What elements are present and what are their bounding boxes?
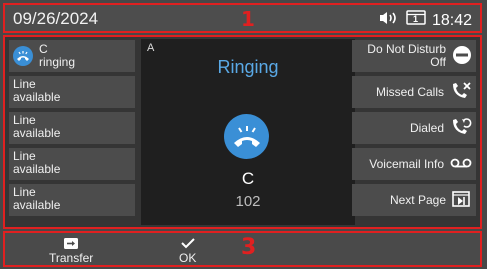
next-page-icon — [452, 190, 472, 211]
speaker-icon — [378, 10, 400, 31]
line-count: 1 — [412, 14, 418, 24]
dialed-call-icon — [450, 117, 472, 140]
ringing-phone-icon — [224, 114, 269, 159]
do-not-disturb-icon — [452, 45, 472, 68]
dnd-label: Do Not Disturb Off — [367, 43, 446, 69]
caller-name: C — [241, 169, 255, 188]
missed-calls-label: Missed Calls — [375, 85, 444, 99]
line-key-2[interactable]: Line available — [9, 76, 135, 108]
line-indicator-icon: 1 — [406, 10, 426, 31]
ok-button[interactable]: OK — [179, 235, 196, 265]
line-key-3[interactable]: Line available — [9, 112, 135, 144]
call-area: C ringing Line available Line available … — [3, 35, 482, 229]
line-key-4[interactable]: Line available — [9, 148, 135, 180]
line-key-state: available — [13, 90, 61, 104]
line-key-1[interactable]: C ringing — [9, 40, 135, 72]
voicemail-button[interactable]: Voicemail Info — [352, 148, 476, 180]
date-display: 09/26/2024 — [13, 9, 99, 28]
line-key-state: available — [13, 162, 61, 176]
call-status: Ringing — [217, 57, 279, 77]
line-key-text: C ringing — [39, 43, 75, 69]
transfer-button[interactable]: Transfer — [49, 235, 93, 265]
dnd-button[interactable]: Do Not Disturb Off — [352, 40, 476, 72]
line-key-5[interactable]: Line available — [9, 184, 135, 216]
checkmark-icon — [179, 235, 196, 251]
line-key-state: available — [13, 126, 61, 140]
call-line-letter: A — [147, 42, 155, 54]
voicemail-icon — [450, 157, 472, 172]
status-indicators: 1 18:42 — [378, 10, 472, 31]
transfer-label: Transfer — [49, 251, 94, 265]
dialed-button[interactable]: Dialed — [352, 112, 476, 144]
dialed-label: Dialed — [409, 121, 444, 135]
dnd-state: Off — [430, 55, 446, 69]
status-bar: 09/26/2024 1 1 18:42 — [3, 3, 482, 33]
line-key-state: available — [13, 198, 61, 212]
annotation-1: 1 — [241, 7, 255, 31]
missed-call-icon — [450, 81, 472, 104]
clock: 18:42 — [431, 11, 472, 29]
next-page-button[interactable]: Next Page — [352, 184, 476, 216]
next-page-label: Next Page — [389, 193, 446, 207]
phone-screen: 09/26/2024 1 1 18:42 C ringing Line avai… — [0, 0, 487, 269]
annotation-3: 3 — [241, 235, 257, 260]
caller-number: 102 — [235, 193, 261, 210]
ok-label: OK — [179, 251, 197, 265]
ringing-phone-icon — [13, 46, 33, 66]
call-panel: A Ringing C 102 — [141, 39, 355, 225]
line-keys: C ringing Line available Line available … — [9, 40, 141, 220]
line-key-state: ringing — [39, 55, 76, 69]
soft-keys: Do Not Disturb Off Missed Calls Dialed V… — [352, 40, 476, 220]
missed-calls-button[interactable]: Missed Calls — [352, 76, 476, 108]
transfer-icon — [49, 235, 93, 251]
voicemail-label: Voicemail Info — [369, 157, 444, 171]
softkey-bar: Transfer OK 3 — [3, 231, 482, 267]
